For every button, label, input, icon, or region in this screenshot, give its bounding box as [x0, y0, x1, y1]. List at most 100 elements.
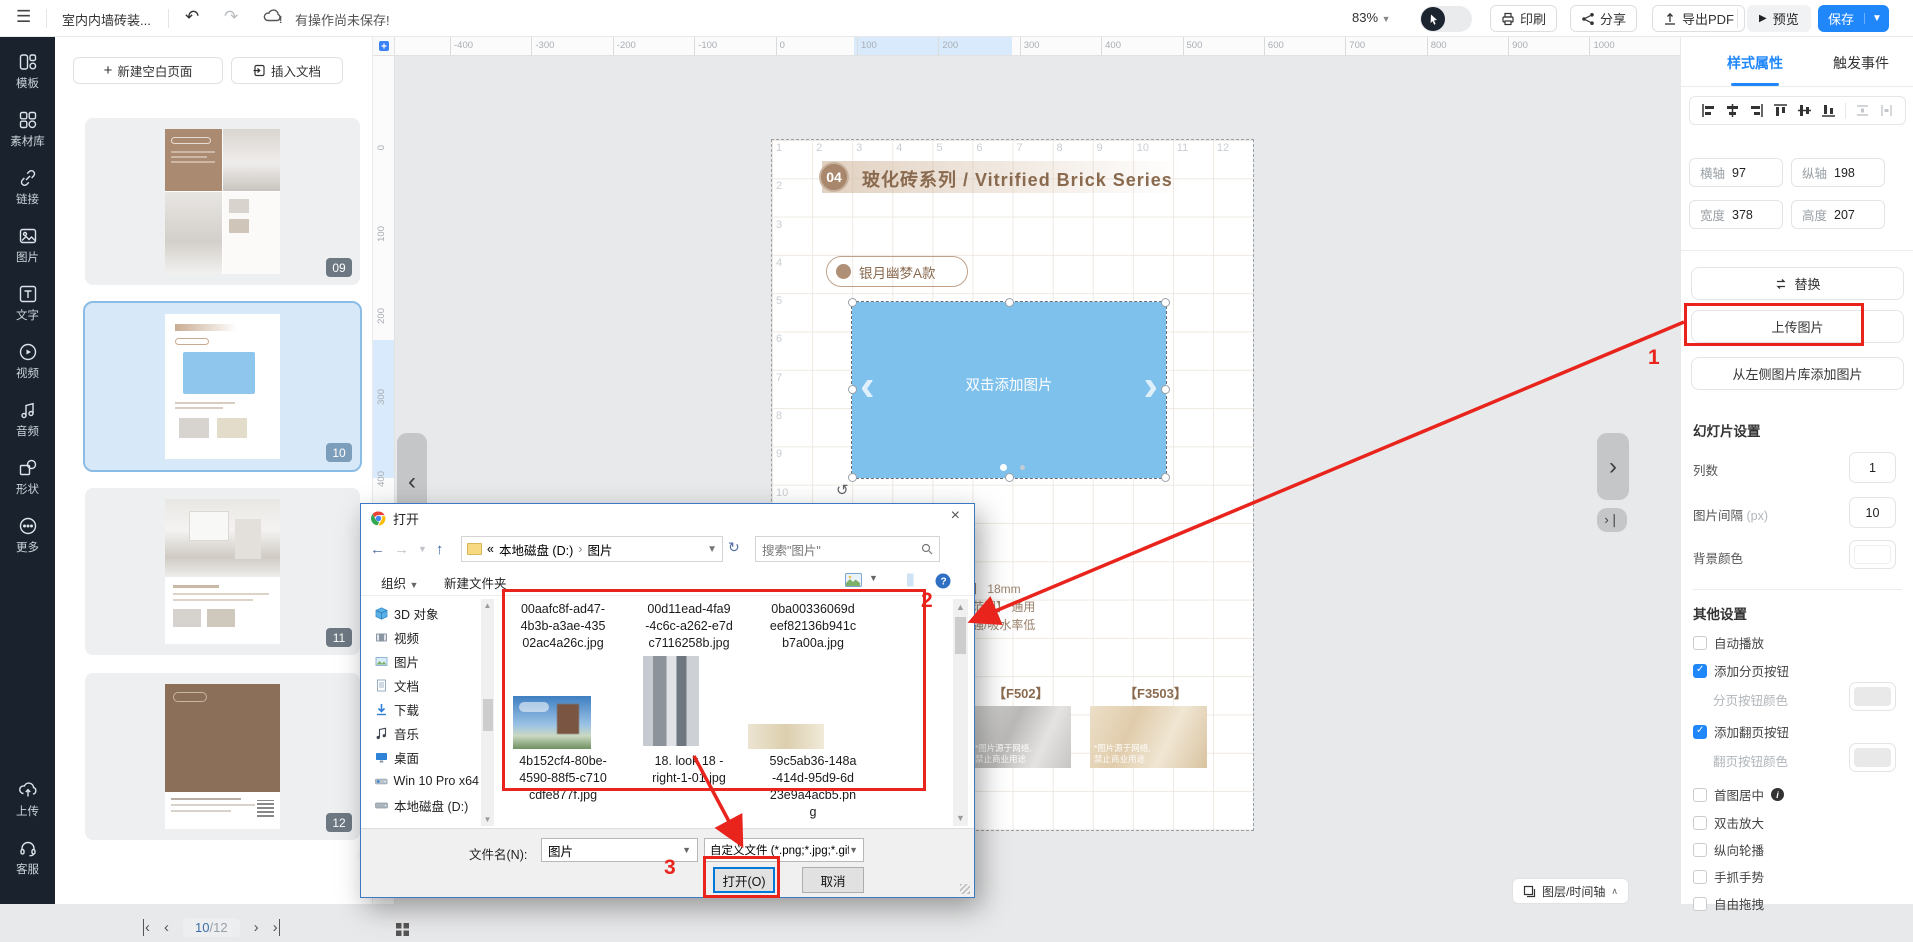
- tree-scrollbar[interactable]: ▲ ▼: [481, 599, 494, 826]
- upload-image-button[interactable]: 上传图片: [1691, 310, 1904, 343]
- align-left-icon[interactable]: [1701, 103, 1716, 118]
- checkbox-vertical-carousel[interactable]: 纵向轮播: [1693, 840, 1764, 859]
- sidebar-item-upload[interactable]: 上传: [0, 776, 55, 823]
- section-title-block[interactable]: 04 玻化砖系列 / Vitrified Brick Series: [822, 161, 1182, 193]
- sidebar-item-audio[interactable]: 音频: [0, 396, 55, 443]
- breadcrumb-caret-icon[interactable]: ▼: [707, 544, 717, 555]
- tree-item-documents[interactable]: 文档: [375, 674, 479, 696]
- tab-trigger-events[interactable]: 触发事件: [1833, 53, 1889, 73]
- grid-view-icon[interactable]: [395, 922, 410, 942]
- save-button[interactable]: 保存▼: [1818, 5, 1889, 32]
- image-placeholder-selected[interactable]: 双击添加图片 ‹ ›: [852, 302, 1166, 478]
- carousel-prev-icon[interactable]: ‹: [860, 354, 875, 418]
- carousel-dot-active[interactable]: [1000, 464, 1007, 471]
- search-input[interactable]: 搜索"图片": [755, 536, 940, 562]
- resize-handle-nw[interactable]: [848, 298, 857, 307]
- tree-item-pictures[interactable]: 图片: [375, 650, 479, 672]
- checkbox-dblclick-zoom[interactable]: 双击放大: [1693, 813, 1764, 832]
- checkbox-autoplay[interactable]: 自动播放: [1693, 633, 1764, 652]
- file-item[interactable]: 59c5ab36-148a-414d-95d9-6d23e9a4acb5.png: [753, 753, 873, 821]
- page-thumbnail-12[interactable]: 12: [85, 673, 360, 840]
- preview-button[interactable]: ▶预览: [1747, 5, 1811, 32]
- resize-handle-e[interactable]: [1161, 385, 1170, 394]
- sidebar-item-video[interactable]: 视频: [0, 338, 55, 385]
- tree-item-music[interactable]: 音乐: [375, 722, 479, 744]
- view-caret-icon[interactable]: ▼: [869, 573, 878, 583]
- distribute-h-icon[interactable]: [1855, 103, 1870, 118]
- prev-page-icon[interactable]: ‹: [164, 919, 169, 936]
- align-right-icon[interactable]: [1749, 103, 1764, 118]
- resize-handle-sw[interactable]: [848, 473, 857, 482]
- checkbox-grab-gesture[interactable]: 手抓手势: [1693, 867, 1764, 886]
- redo-icon[interactable]: ↷: [224, 7, 238, 27]
- undo-icon[interactable]: ↶: [185, 7, 199, 27]
- page-thumbnail-10-selected[interactable]: 10: [85, 303, 360, 470]
- tree-item-videos[interactable]: 视频: [375, 626, 479, 648]
- thumbnail-view-icon[interactable]: [845, 573, 862, 590]
- breadcrumb-folder[interactable]: 图片: [587, 540, 612, 559]
- cursor-mode-toggle[interactable]: [1420, 6, 1472, 32]
- add-from-library-button[interactable]: 从左侧图片库添加图片: [1691, 357, 1904, 390]
- sidebar-item-text[interactable]: 文字: [0, 280, 55, 327]
- file-thumbnail[interactable]: [748, 724, 824, 749]
- breadcrumb-box[interactable]: « 本地磁盘 (D:) › 图片 ▼: [461, 536, 723, 562]
- details-pane-icon[interactable]: [898, 573, 914, 590]
- forward-icon[interactable]: →: [394, 541, 409, 558]
- height-field[interactable]: 高度207: [1791, 200, 1885, 229]
- refresh-icon[interactable]: ↻: [728, 539, 740, 556]
- resize-handle-ne[interactable]: [1161, 298, 1170, 307]
- resize-grip[interactable]: [960, 884, 970, 894]
- save-dropdown-caret[interactable]: ▼: [1864, 13, 1889, 24]
- tab-style-properties[interactable]: 样式属性: [1727, 53, 1783, 73]
- layers-timeline-button[interactable]: 图层/时间轴 ∧: [1512, 878, 1629, 904]
- sidebar-item-shapes[interactable]: 形状: [0, 454, 55, 501]
- tree-item-local-disk-d[interactable]: 本地磁盘 (D:): [375, 794, 479, 816]
- info-icon[interactable]: i: [1771, 788, 1784, 801]
- open-button[interactable]: 打开(O): [713, 867, 775, 893]
- background-color-swatch[interactable]: [1849, 540, 1896, 569]
- back-icon[interactable]: ←: [370, 541, 385, 558]
- y-position-field[interactable]: 纵轴198: [1791, 158, 1885, 187]
- resize-handle-n[interactable]: [1005, 298, 1014, 307]
- resize-handle-s[interactable]: [1005, 473, 1014, 482]
- file-item[interactable]: 18. look 18 -right-1-01.jpg: [629, 753, 749, 787]
- export-pdf-button[interactable]: 导出PDF: [1652, 5, 1745, 32]
- next-page-icon[interactable]: ›: [254, 919, 259, 936]
- pagination-color-swatch[interactable]: [1849, 682, 1896, 711]
- filename-input[interactable]: 图片▼: [541, 838, 698, 862]
- sidebar-item-images[interactable]: 图片: [0, 222, 55, 269]
- organize-menu[interactable]: 组织 ▼: [381, 573, 418, 592]
- tree-item-desktop[interactable]: 桌面: [375, 746, 479, 768]
- file-thumbnail[interactable]: [513, 696, 591, 749]
- history-caret-icon[interactable]: ▼: [418, 544, 427, 554]
- hamburger-menu-icon[interactable]: ☰: [16, 7, 31, 27]
- sidebar-item-templates[interactable]: 模板: [0, 48, 55, 95]
- file-item[interactable]: 0ba00336069deef82136b941cb7a00a.jpg: [753, 601, 873, 652]
- new-blank-page-button[interactable]: +新建空白页面: [73, 57, 223, 84]
- canvas-next-page-button[interactable]: ›: [1597, 433, 1629, 500]
- filelist-scrollbar[interactable]: ▲ ▼: [953, 599, 968, 826]
- checkbox-first-center[interactable]: 首图居中i: [1693, 785, 1784, 804]
- page-thumbnail-11[interactable]: 11: [85, 488, 360, 655]
- share-button[interactable]: 分享: [1570, 5, 1637, 32]
- align-hcenter-icon[interactable]: [1797, 103, 1812, 118]
- insert-document-button[interactable]: 插入文档: [231, 57, 343, 84]
- first-page-icon[interactable]: ‹: [143, 919, 150, 936]
- sidebar-item-links[interactable]: 链接: [0, 164, 55, 211]
- up-icon[interactable]: ↑: [436, 541, 444, 558]
- checkbox-add-pagination[interactable]: 添加分页按钮: [1693, 661, 1789, 680]
- file-thumbnail[interactable]: [643, 656, 699, 746]
- rotate-handle-icon[interactable]: ↺: [836, 481, 849, 499]
- tree-item-win10-drive[interactable]: Win 10 Pro x64: [375, 770, 479, 792]
- resize-handle-w[interactable]: [848, 385, 857, 394]
- columns-input[interactable]: 1: [1849, 452, 1896, 483]
- filetype-dropdown[interactable]: 自定义文件 (*.png;*.jpg;*.gif;*▼: [704, 838, 864, 862]
- tile-image-f502[interactable]: *图片源于网络,禁止商业用途: [971, 706, 1071, 768]
- align-bottom-icon[interactable]: [1821, 103, 1836, 118]
- gap-input[interactable]: 10: [1849, 497, 1896, 528]
- product-name-pill[interactable]: 银月幽梦A款: [826, 256, 968, 287]
- align-top-icon[interactable]: [1773, 103, 1788, 118]
- breadcrumb-drive[interactable]: 本地磁盘 (D:): [499, 540, 573, 559]
- distribute-v-icon[interactable]: [1879, 103, 1894, 118]
- last-page-icon[interactable]: ›: [273, 919, 280, 936]
